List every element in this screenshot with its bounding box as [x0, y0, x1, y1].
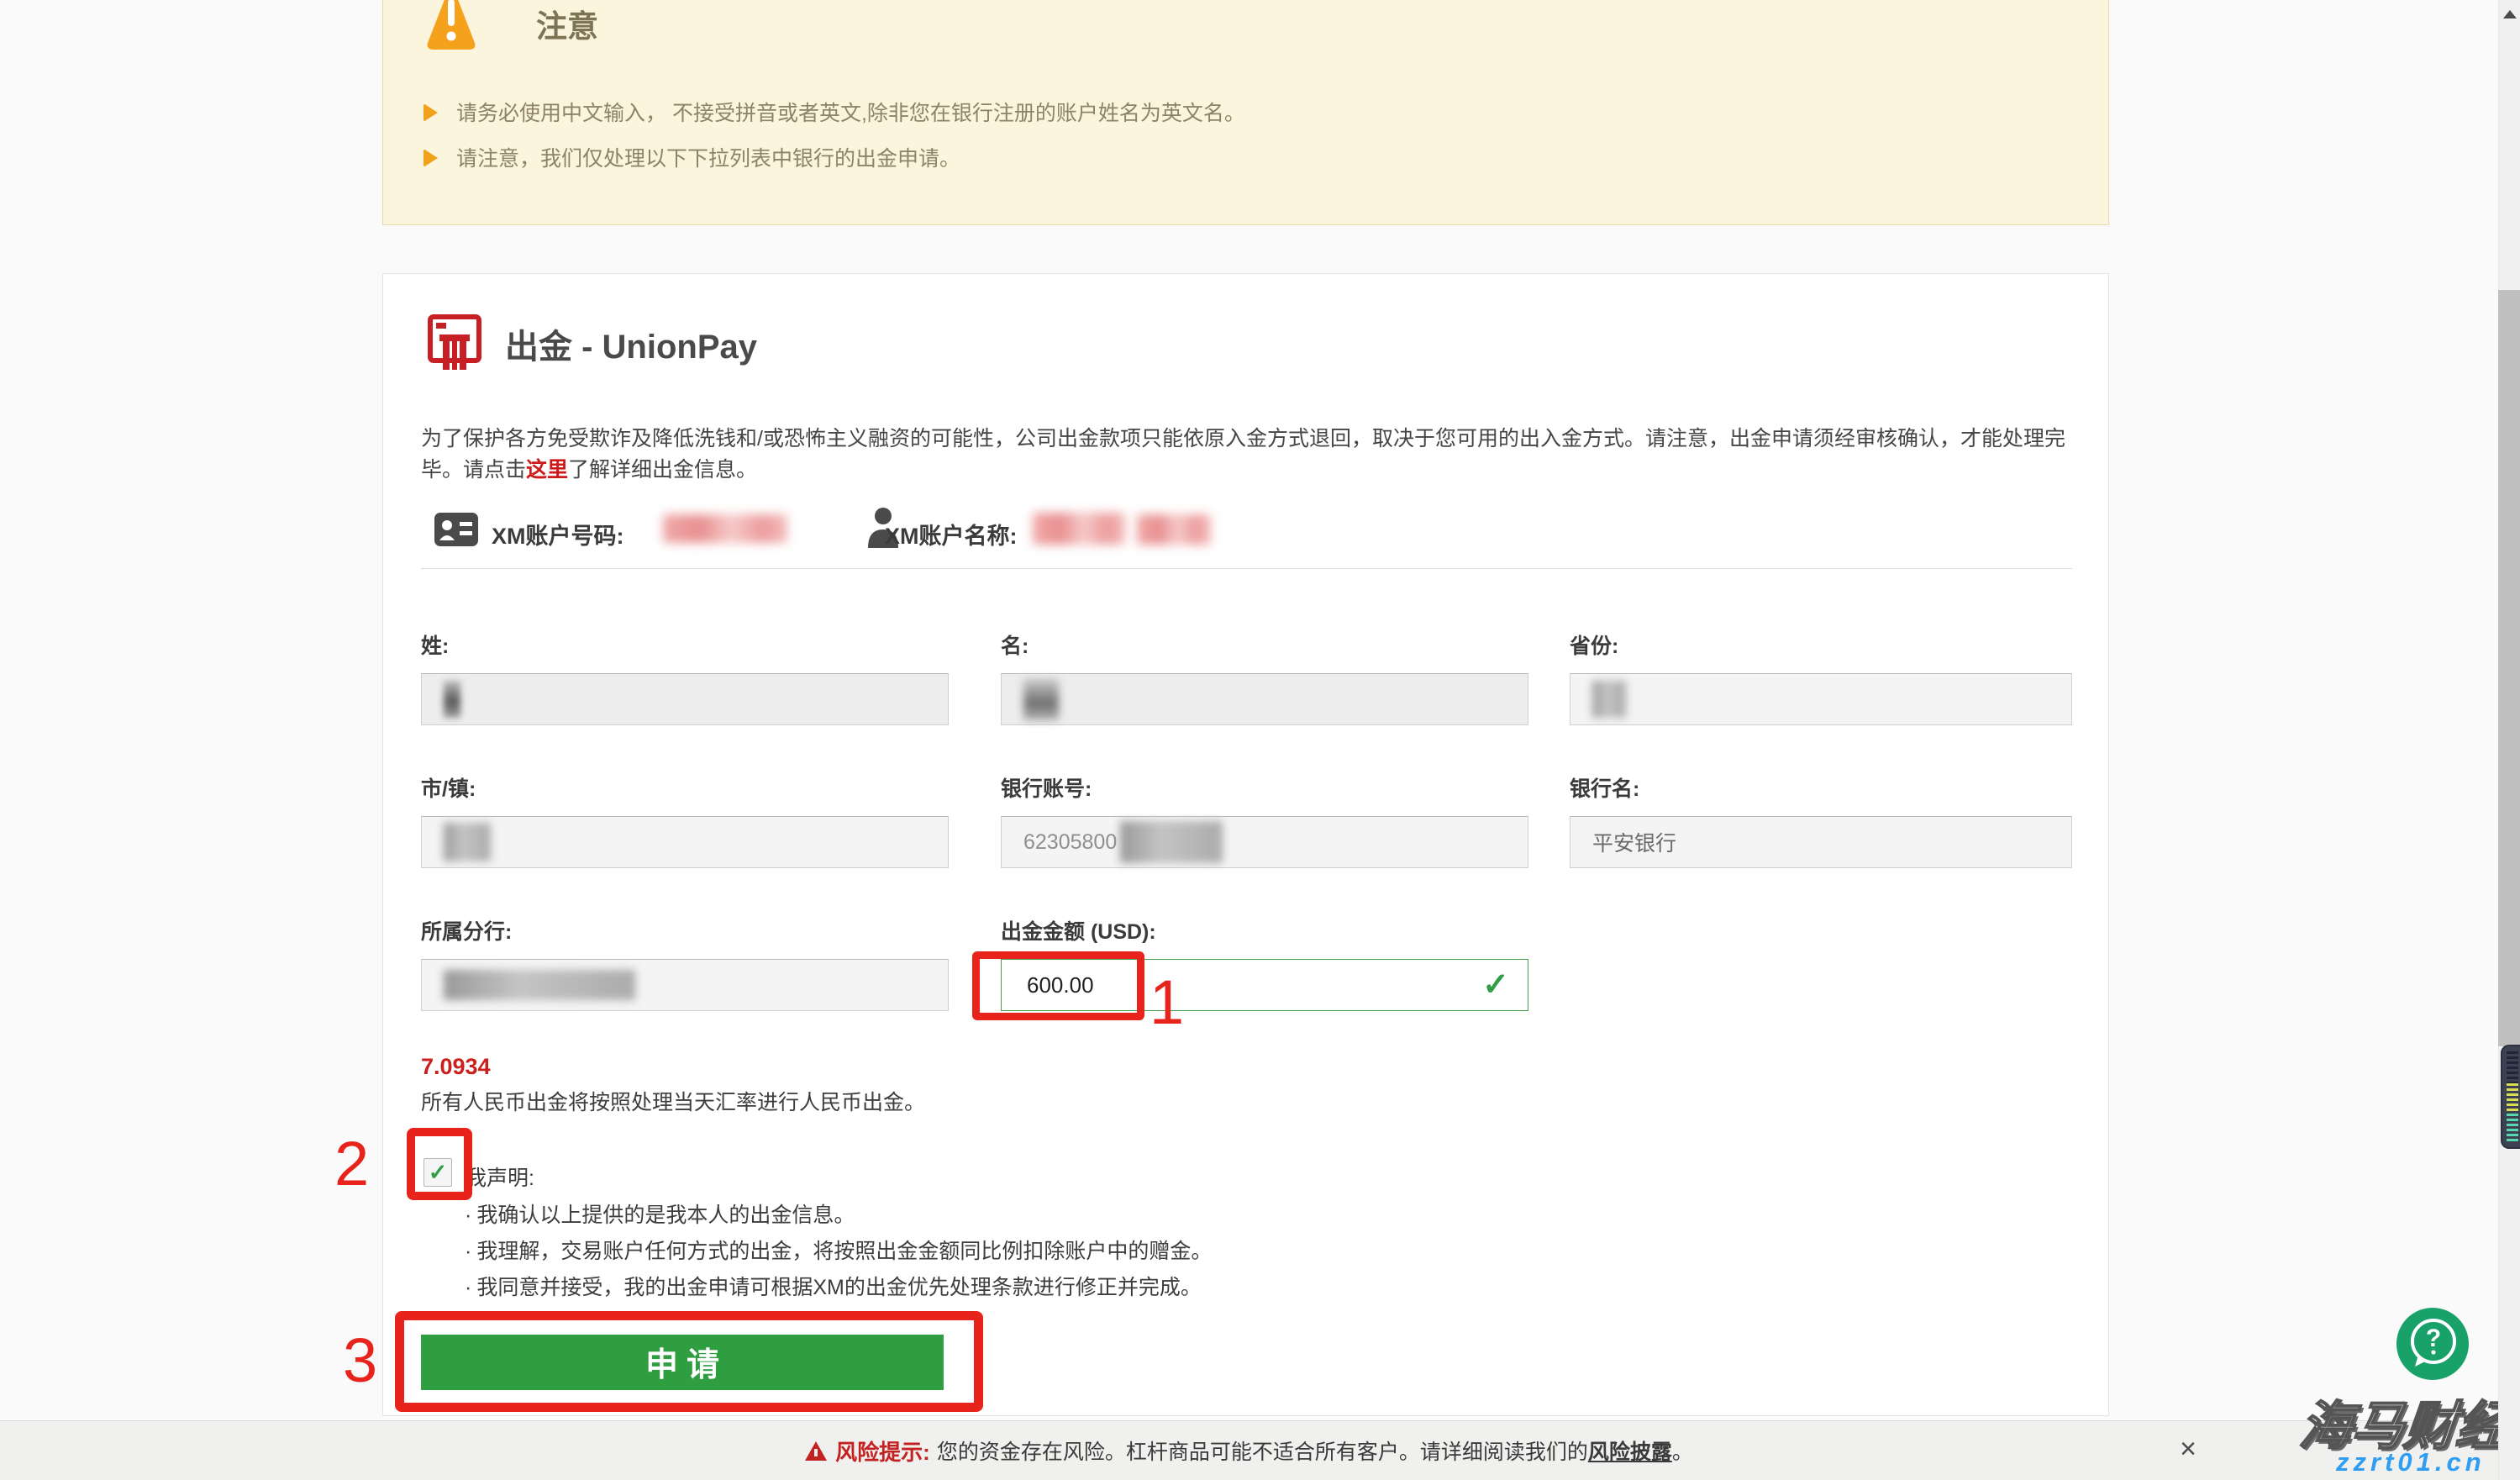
withdrawal-card: 出金 - UnionPay 为了保护各方免受欺诈及降低洗钱和/或恐怖主义融资的可…	[382, 273, 2109, 1416]
bank-name-label: 银行名:	[1570, 772, 2072, 803]
details-link[interactable]: 这里	[526, 458, 568, 482]
city-field[interactable]	[421, 816, 949, 868]
account-number-redacted	[663, 514, 787, 543]
firstname-field[interactable]	[1001, 673, 1528, 725]
lastname-redacted	[444, 681, 460, 718]
bank-account-label: 银行账号:	[1001, 772, 1092, 803]
bank-account-field[interactable]: 62305800	[1001, 816, 1528, 868]
svg-text:?: ?	[2426, 1325, 2441, 1352]
widget-stripes-yellow	[2507, 1083, 2518, 1114]
province-field[interactable]	[1570, 673, 2072, 725]
declaration-label: 我声明:	[466, 1161, 534, 1192]
watermark-url: zzrt01.cn	[2336, 1447, 2486, 1477]
divider	[421, 568, 2072, 569]
help-button[interactable]: ?	[2396, 1308, 2469, 1380]
edge-extension-widget[interactable]	[2501, 1045, 2520, 1149]
amount-field[interactable]: 600.00 ✓	[1001, 959, 1528, 1011]
xm-account-row: XM账户号码: XM账户名称:	[421, 506, 2081, 553]
firstname-redacted	[1023, 678, 1059, 720]
lastname-field[interactable]	[421, 673, 949, 725]
amount-label: 出金金额 (USD):	[1001, 915, 1156, 945]
exchange-rate: 7.0934	[421, 1054, 491, 1080]
province-label: 省份:	[1570, 629, 2072, 660]
risk-warning-icon	[805, 1441, 827, 1461]
warning-triangle-icon	[425, 0, 477, 51]
arrow-bullet-icon	[424, 103, 438, 122]
risk-label: 风险提示:	[835, 1435, 930, 1467]
risk-disclosure-link[interactable]: 风险披露	[1588, 1435, 1672, 1466]
annotation-step-2: 2	[334, 1133, 369, 1195]
notice-box: 注意 请务必使用中文输入， 不接受拼音或者英文,除非您在银行注册的账户姓名为英文…	[382, 0, 2109, 225]
notice-item: 请务必使用中文输入， 不接受拼音或者英文,除非您在银行注册的账户姓名为英文名。	[424, 100, 1245, 127]
scrollbar-thumb[interactable]	[2498, 290, 2520, 1046]
help-bubble-icon: ?	[2396, 1308, 2469, 1380]
checkmark-icon: ✓	[429, 1160, 448, 1186]
province-redacted	[1592, 681, 1626, 718]
declaration-item: ·我确认以上提供的是我本人的出金信息。	[465, 1198, 855, 1229]
declaration-checkbox[interactable]: ✓	[424, 1158, 452, 1187]
account-name-redacted	[1137, 514, 1211, 545]
card-description: 为了保护各方免受欺诈及降低洗钱和/或恐怖主义融资的可能性，公司出金款项只能依原入…	[421, 424, 2081, 486]
risk-warning-bar: 风险提示: 您的资金存在风险。杠杆商品可能不适合所有客户。请详细阅读我们的 风险…	[0, 1420, 2498, 1480]
card-header: 出金 - UnionPay	[428, 314, 757, 373]
page-title: 出金 - UnionPay	[505, 319, 757, 368]
bank-name-field[interactable]: 平安银行	[1570, 816, 2072, 868]
declaration-item: ·我同意并接受，我的出金申请可根据XM的出金优先处理条款进行修正并完成。	[465, 1271, 1202, 1301]
amount-value: 600.00	[1027, 972, 1094, 998]
lastname-label: 姓:	[421, 629, 449, 660]
arrow-bullet-icon	[424, 149, 438, 167]
account-name-label: XM账户名称:	[885, 518, 1018, 550]
bank-account-redacted	[1120, 821, 1223, 863]
notice-title: 注意	[536, 1, 598, 46]
branch-label: 所属分行:	[421, 915, 512, 945]
account-name-redacted	[1033, 513, 1125, 545]
branch-field[interactable]	[421, 959, 949, 1011]
city-label: 市/镇:	[421, 772, 476, 803]
firstname-label: 名:	[1001, 629, 1029, 660]
id-card-icon	[434, 513, 478, 546]
submit-button[interactable]: 申请	[421, 1335, 944, 1390]
account-number-label: XM账户号码:	[492, 518, 624, 550]
exchange-rate-note: 所有人民币出金将按照处理当天汇率进行人民币出金。	[421, 1086, 925, 1116]
valid-check-icon: ✓	[1482, 969, 1509, 1001]
annotation-step-1: 1	[1150, 972, 1184, 1034]
widget-stripes-teal	[2507, 1114, 2518, 1142]
scrollbar-up-arrow[interactable]	[2503, 10, 2517, 18]
bank-icon	[428, 314, 481, 373]
declaration-item: ·我理解，交易账户任何方式的出金，将按照出金金额同比例扣除账户中的赠金。	[465, 1235, 1212, 1265]
notice-item: 请注意，我们仅处理以下下拉列表中银行的出金申请。	[424, 145, 960, 172]
branch-redacted	[444, 970, 635, 1000]
annotation-step-3: 3	[343, 1330, 377, 1392]
widget-stripes-dark	[2507, 1051, 2518, 1083]
close-icon[interactable]: ×	[2170, 1430, 2207, 1467]
city-redacted	[444, 823, 491, 861]
